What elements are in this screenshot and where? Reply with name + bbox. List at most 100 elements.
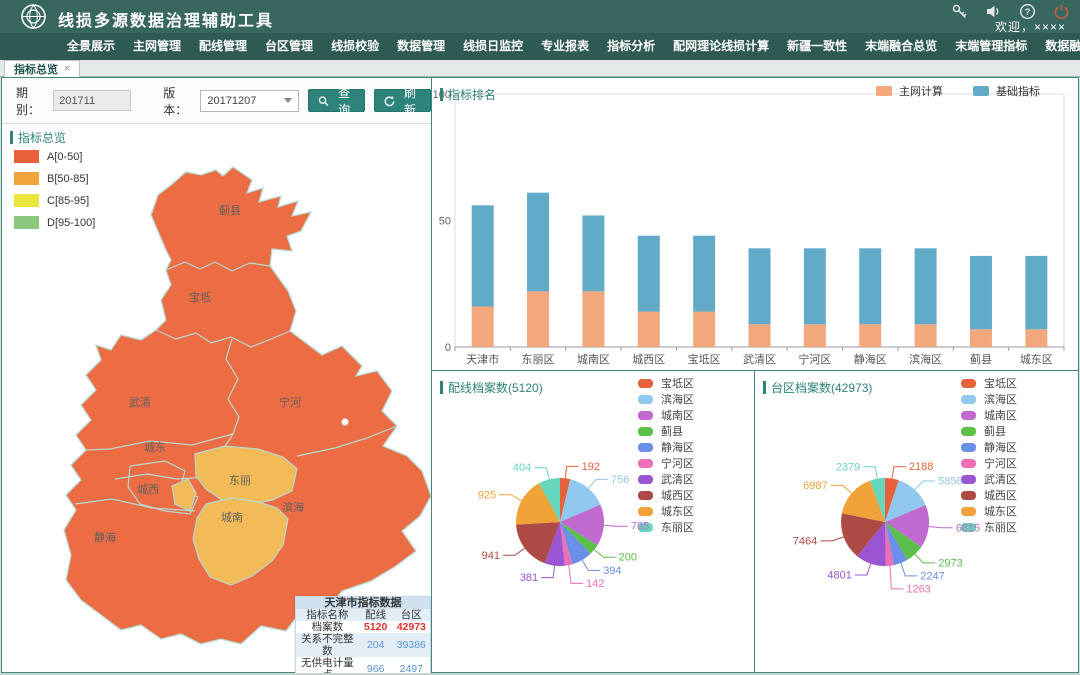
- y-axis-tick-label: 0: [445, 342, 451, 354]
- pie-label-line: [565, 466, 578, 478]
- x-axis-label: 蓟县: [970, 353, 992, 366]
- map-district-label: 滨海: [282, 500, 304, 514]
- pie-label-line: [820, 537, 843, 541]
- pie-label-line: [915, 481, 935, 490]
- bar-segment-base[interactable]: [638, 236, 660, 312]
- pie-value-label: 7464: [793, 535, 817, 547]
- pie-value-label: 941: [482, 550, 500, 562]
- pie-label-line: [855, 564, 871, 575]
- pie-value-label: 1263: [906, 583, 930, 595]
- nav-item-5[interactable]: 线损校验: [322, 33, 388, 60]
- pie-value-label: 756: [611, 474, 629, 486]
- bar-legend-item[interactable]: 基础指标: [973, 83, 1040, 99]
- bar-segment-main[interactable]: [527, 291, 549, 347]
- y-axis-tick-label: 50: [439, 216, 451, 228]
- bar-segment-main[interactable]: [804, 324, 826, 347]
- bar-segment-base[interactable]: [859, 248, 881, 324]
- pie-value-label: 2379: [836, 461, 860, 473]
- refresh-icon: [384, 95, 395, 107]
- nav-item-9[interactable]: 指标分析: [598, 33, 664, 60]
- bar-segment-base[interactable]: [1025, 256, 1047, 329]
- bar-segment-base[interactable]: [693, 236, 715, 312]
- bar-segment-main[interactable]: [472, 307, 494, 347]
- pie1-title: 配线档案数(5120): [440, 379, 543, 396]
- x-axis-label: 武清区: [743, 353, 776, 366]
- table-header-cell: 指标名称: [296, 609, 359, 621]
- tianjin-map[interactable]: 蓟县宝坻武清宁河城东城西东丽城南滨海静海: [52, 136, 432, 650]
- pie-label-line: [503, 548, 525, 555]
- table-cell-name: 关系不完整数: [296, 633, 359, 657]
- tab-close-icon[interactable]: ×: [64, 63, 70, 75]
- nav-item-10[interactable]: 配网理论线损计算: [664, 33, 778, 60]
- table-row: 关系不完整数20439386: [296, 633, 431, 657]
- panel-divider: [432, 370, 1078, 371]
- feeder-archives-panel: 配线档案数(5120) 宝坻区滨海区城南区蓟县静海区宁河区武清区城西区城东区东丽…: [432, 371, 754, 672]
- app-title: 线损多源数据治理辅助工具: [58, 7, 274, 31]
- key-icon[interactable]: [951, 3, 968, 20]
- table-header-cell: 台区: [393, 609, 431, 621]
- pie-value-label: 4801: [827, 569, 851, 581]
- table-title: 天津市指标数据: [296, 597, 431, 610]
- bar-segment-base[interactable]: [970, 256, 992, 329]
- bar-segment-base[interactable]: [582, 215, 604, 291]
- station-archives-pie[interactable]: 2188585668152973224712634801746469872379: [755, 399, 1078, 669]
- query-button[interactable]: 查询: [308, 89, 365, 112]
- x-axis-label: 宁河区: [798, 352, 831, 366]
- bar-segment-main[interactable]: [582, 291, 604, 347]
- x-axis-label: 天津市: [466, 352, 499, 366]
- nav-item-11[interactable]: 新疆一致性: [778, 33, 856, 60]
- pie-label-line: [569, 565, 583, 583]
- period-input[interactable]: [53, 90, 131, 111]
- nav-item-12[interactable]: 末端融合总览: [856, 33, 946, 60]
- bar-segment-base[interactable]: [915, 248, 937, 324]
- bar-legend-item[interactable]: 主网计算: [876, 83, 943, 99]
- map-district-label: 宁河: [279, 395, 301, 409]
- bar-segment-main[interactable]: [859, 324, 881, 347]
- ranking-bar-chart[interactable]: 050100天津市东丽区城南区城西区宝坻区武清区宁河区静海区滨海区蓟县城东区: [432, 78, 1078, 370]
- bar-segment-main[interactable]: [1025, 329, 1047, 347]
- feeder-archives-pie[interactable]: 192756785200394142381941925404: [432, 399, 754, 669]
- legend-swatch: [876, 86, 892, 96]
- nav-item-13[interactable]: 末端管理指标: [946, 33, 1036, 60]
- bar-segment-main[interactable]: [970, 329, 992, 347]
- bar-segment-main[interactable]: [915, 324, 937, 347]
- pie-label-line: [831, 485, 852, 493]
- nav-item-4[interactable]: 台区管理: [256, 33, 322, 60]
- tab-indicator-overview[interactable]: 指标总览 ×: [4, 60, 80, 77]
- app-logo-icon: [20, 3, 47, 35]
- nav-item-2[interactable]: 主网管理: [124, 33, 190, 60]
- bar-segment-main[interactable]: [749, 324, 771, 347]
- nav-item-6[interactable]: 数据管理: [388, 33, 454, 60]
- pie-label-line: [582, 560, 600, 570]
- table-cell-value: 39386: [393, 633, 431, 657]
- pie-value-label: 2247: [920, 570, 944, 582]
- svg-text:?: ?: [1025, 7, 1031, 18]
- refresh-button[interactable]: 刷新: [374, 89, 431, 112]
- period-label: 期别：: [16, 84, 49, 118]
- nav-item-7[interactable]: 线损日监控: [454, 33, 532, 60]
- tab-bar: 指标总览 ×: [0, 60, 1080, 77]
- bar-segment-main[interactable]: [693, 312, 715, 347]
- legend-swatch: [14, 172, 39, 185]
- pie-label-line: [929, 527, 953, 528]
- bar-segment-base[interactable]: [472, 205, 494, 306]
- nav-item-14[interactable]: 数据融合指标: [1036, 33, 1080, 60]
- nav-item-3[interactable]: 配线管理: [190, 33, 256, 60]
- nav-item-1[interactable]: 全景展示: [58, 33, 124, 60]
- bar-segment-base[interactable]: [527, 193, 549, 292]
- bar-segment-base[interactable]: [749, 248, 771, 324]
- pie-legend-item[interactable]: 宝坻区: [961, 375, 1017, 391]
- pie-label-line: [901, 563, 917, 576]
- pie-label-line: [541, 566, 554, 578]
- ranking-panel: 指标排名 主网计算基础指标 050100天津市东丽区城南区城西区宝坻区武清区宁河…: [432, 78, 1078, 370]
- pie-legend-item[interactable]: 宝坻区: [638, 375, 694, 391]
- version-label: 版本：: [163, 84, 196, 118]
- nav-item-8[interactable]: 专业报表: [532, 33, 598, 60]
- version-select[interactable]: 20171207: [200, 90, 299, 112]
- tab-label: 指标总览: [14, 61, 58, 77]
- pie-label-line: [499, 495, 521, 501]
- bar-segment-main[interactable]: [638, 312, 660, 347]
- pie2-title: 台区档案数(42973): [763, 379, 872, 396]
- bar-segment-base[interactable]: [804, 248, 826, 324]
- map-district-label: 蓟县: [219, 204, 241, 217]
